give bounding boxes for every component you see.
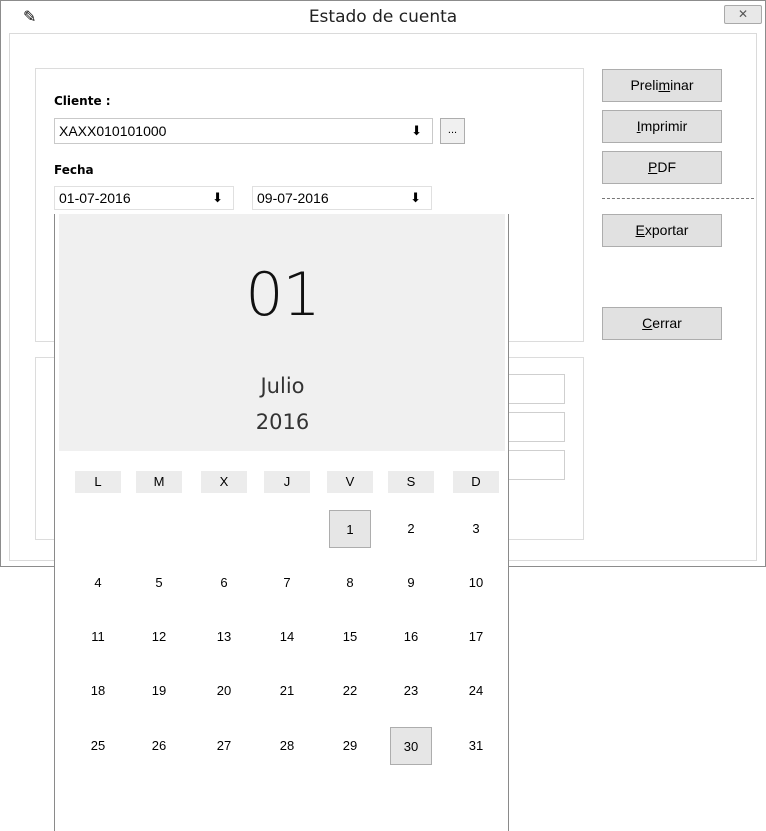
calendar-day[interactable]: 31 xyxy=(455,727,497,765)
fecha-label: Fecha xyxy=(54,163,94,177)
selected-year[interactable]: 2016 xyxy=(55,410,510,434)
calendar-day[interactable]: 23 xyxy=(390,672,432,710)
exportar-button[interactable]: Exportar xyxy=(602,214,722,247)
fecha-hasta-value: 09-07-2016 xyxy=(257,190,329,206)
calendar-day[interactable]: 3 xyxy=(455,510,497,548)
calendar-day[interactable]: 5 xyxy=(138,564,180,602)
calendar-day[interactable]: 15 xyxy=(329,618,371,656)
dropdown-arrow-icon[interactable]: ⬇ xyxy=(212,187,223,209)
dropdown-arrow-icon[interactable]: ⬇ xyxy=(411,119,422,143)
browse-cliente-button[interactable]: ... xyxy=(440,118,465,144)
calendar-day[interactable]: 16 xyxy=(390,618,432,656)
calendar-day[interactable]: 28 xyxy=(266,727,308,765)
calendar-day[interactable]: 26 xyxy=(138,727,180,765)
calendar-day[interactable]: 13 xyxy=(203,618,245,656)
weekday-header: L xyxy=(75,471,121,493)
calendar-day[interactable]: 10 xyxy=(455,564,497,602)
calendar-day[interactable]: 21 xyxy=(266,672,308,710)
calendar-day[interactable]: 30 xyxy=(390,727,432,765)
calendar-day[interactable]: 17 xyxy=(455,618,497,656)
fecha-hasta-picker[interactable]: 09-07-2016 ⬇ xyxy=(252,186,432,210)
calendar-day[interactable]: 18 xyxy=(77,672,119,710)
weekday-header: S xyxy=(388,471,434,493)
calendar-day[interactable]: 6 xyxy=(203,564,245,602)
weekday-header: V xyxy=(327,471,373,493)
calendar-day[interactable]: 29 xyxy=(329,727,371,765)
calendar-day[interactable]: 24 xyxy=(455,672,497,710)
button-separator xyxy=(602,198,754,199)
summary-field-3 xyxy=(500,450,565,480)
title-bar: ✎ Estado de cuenta ✕ xyxy=(1,1,765,33)
calendar-day[interactable]: 1 xyxy=(329,510,371,548)
pdf-button[interactable]: PDF xyxy=(602,151,722,184)
calendar-day[interactable]: 7 xyxy=(266,564,308,602)
fecha-desde-value: 01-07-2016 xyxy=(59,190,131,206)
cerrar-button[interactable]: Cerrar xyxy=(602,307,722,340)
calendar-day[interactable]: 22 xyxy=(329,672,371,710)
calendar-popup: 01 Julio 2016 L M X J V S D 1 2 3 4 5 6 7 8 9 10 11 12 13 14… xyxy=(54,214,509,831)
weekday-header: X xyxy=(201,471,247,493)
weekday-header: J xyxy=(264,471,310,493)
calendar-day[interactable]: 27 xyxy=(203,727,245,765)
calendar-day[interactable]: 12 xyxy=(138,618,180,656)
preliminar-button[interactable]: Preliminar xyxy=(602,69,722,102)
calendar-day[interactable]: 20 xyxy=(203,672,245,710)
close-button[interactable]: ✕ xyxy=(724,5,762,24)
selected-day: 01 xyxy=(245,260,320,330)
close-icon: ✕ xyxy=(737,7,749,21)
calendar-day[interactable]: 19 xyxy=(138,672,180,710)
cliente-combobox[interactable]: XAXX010101000 ⬇ xyxy=(54,118,433,144)
cliente-value: XAXX010101000 xyxy=(59,123,167,139)
calendar-day[interactable]: 25 xyxy=(77,727,119,765)
cliente-label: Cliente : xyxy=(54,94,111,108)
weekday-header: M xyxy=(136,471,182,493)
calendar-day[interactable]: 9 xyxy=(390,564,432,602)
selected-month[interactable]: Julio xyxy=(55,374,510,398)
fecha-desde-picker[interactable]: 01-07-2016 ⬇ xyxy=(54,186,234,210)
calendar-day[interactable]: 8 xyxy=(329,564,371,602)
window-title: Estado de cuenta xyxy=(308,7,458,27)
calendar-day[interactable]: 2 xyxy=(390,510,432,548)
calendar-day[interactable]: 14 xyxy=(266,618,308,656)
imprimir-button[interactable]: Imprimir xyxy=(602,110,722,143)
dropdown-arrow-icon[interactable]: ⬇ xyxy=(410,187,421,209)
calendar-day[interactable]: 11 xyxy=(77,618,119,656)
calendar-day[interactable]: 4 xyxy=(77,564,119,602)
weekday-header: D xyxy=(453,471,499,493)
